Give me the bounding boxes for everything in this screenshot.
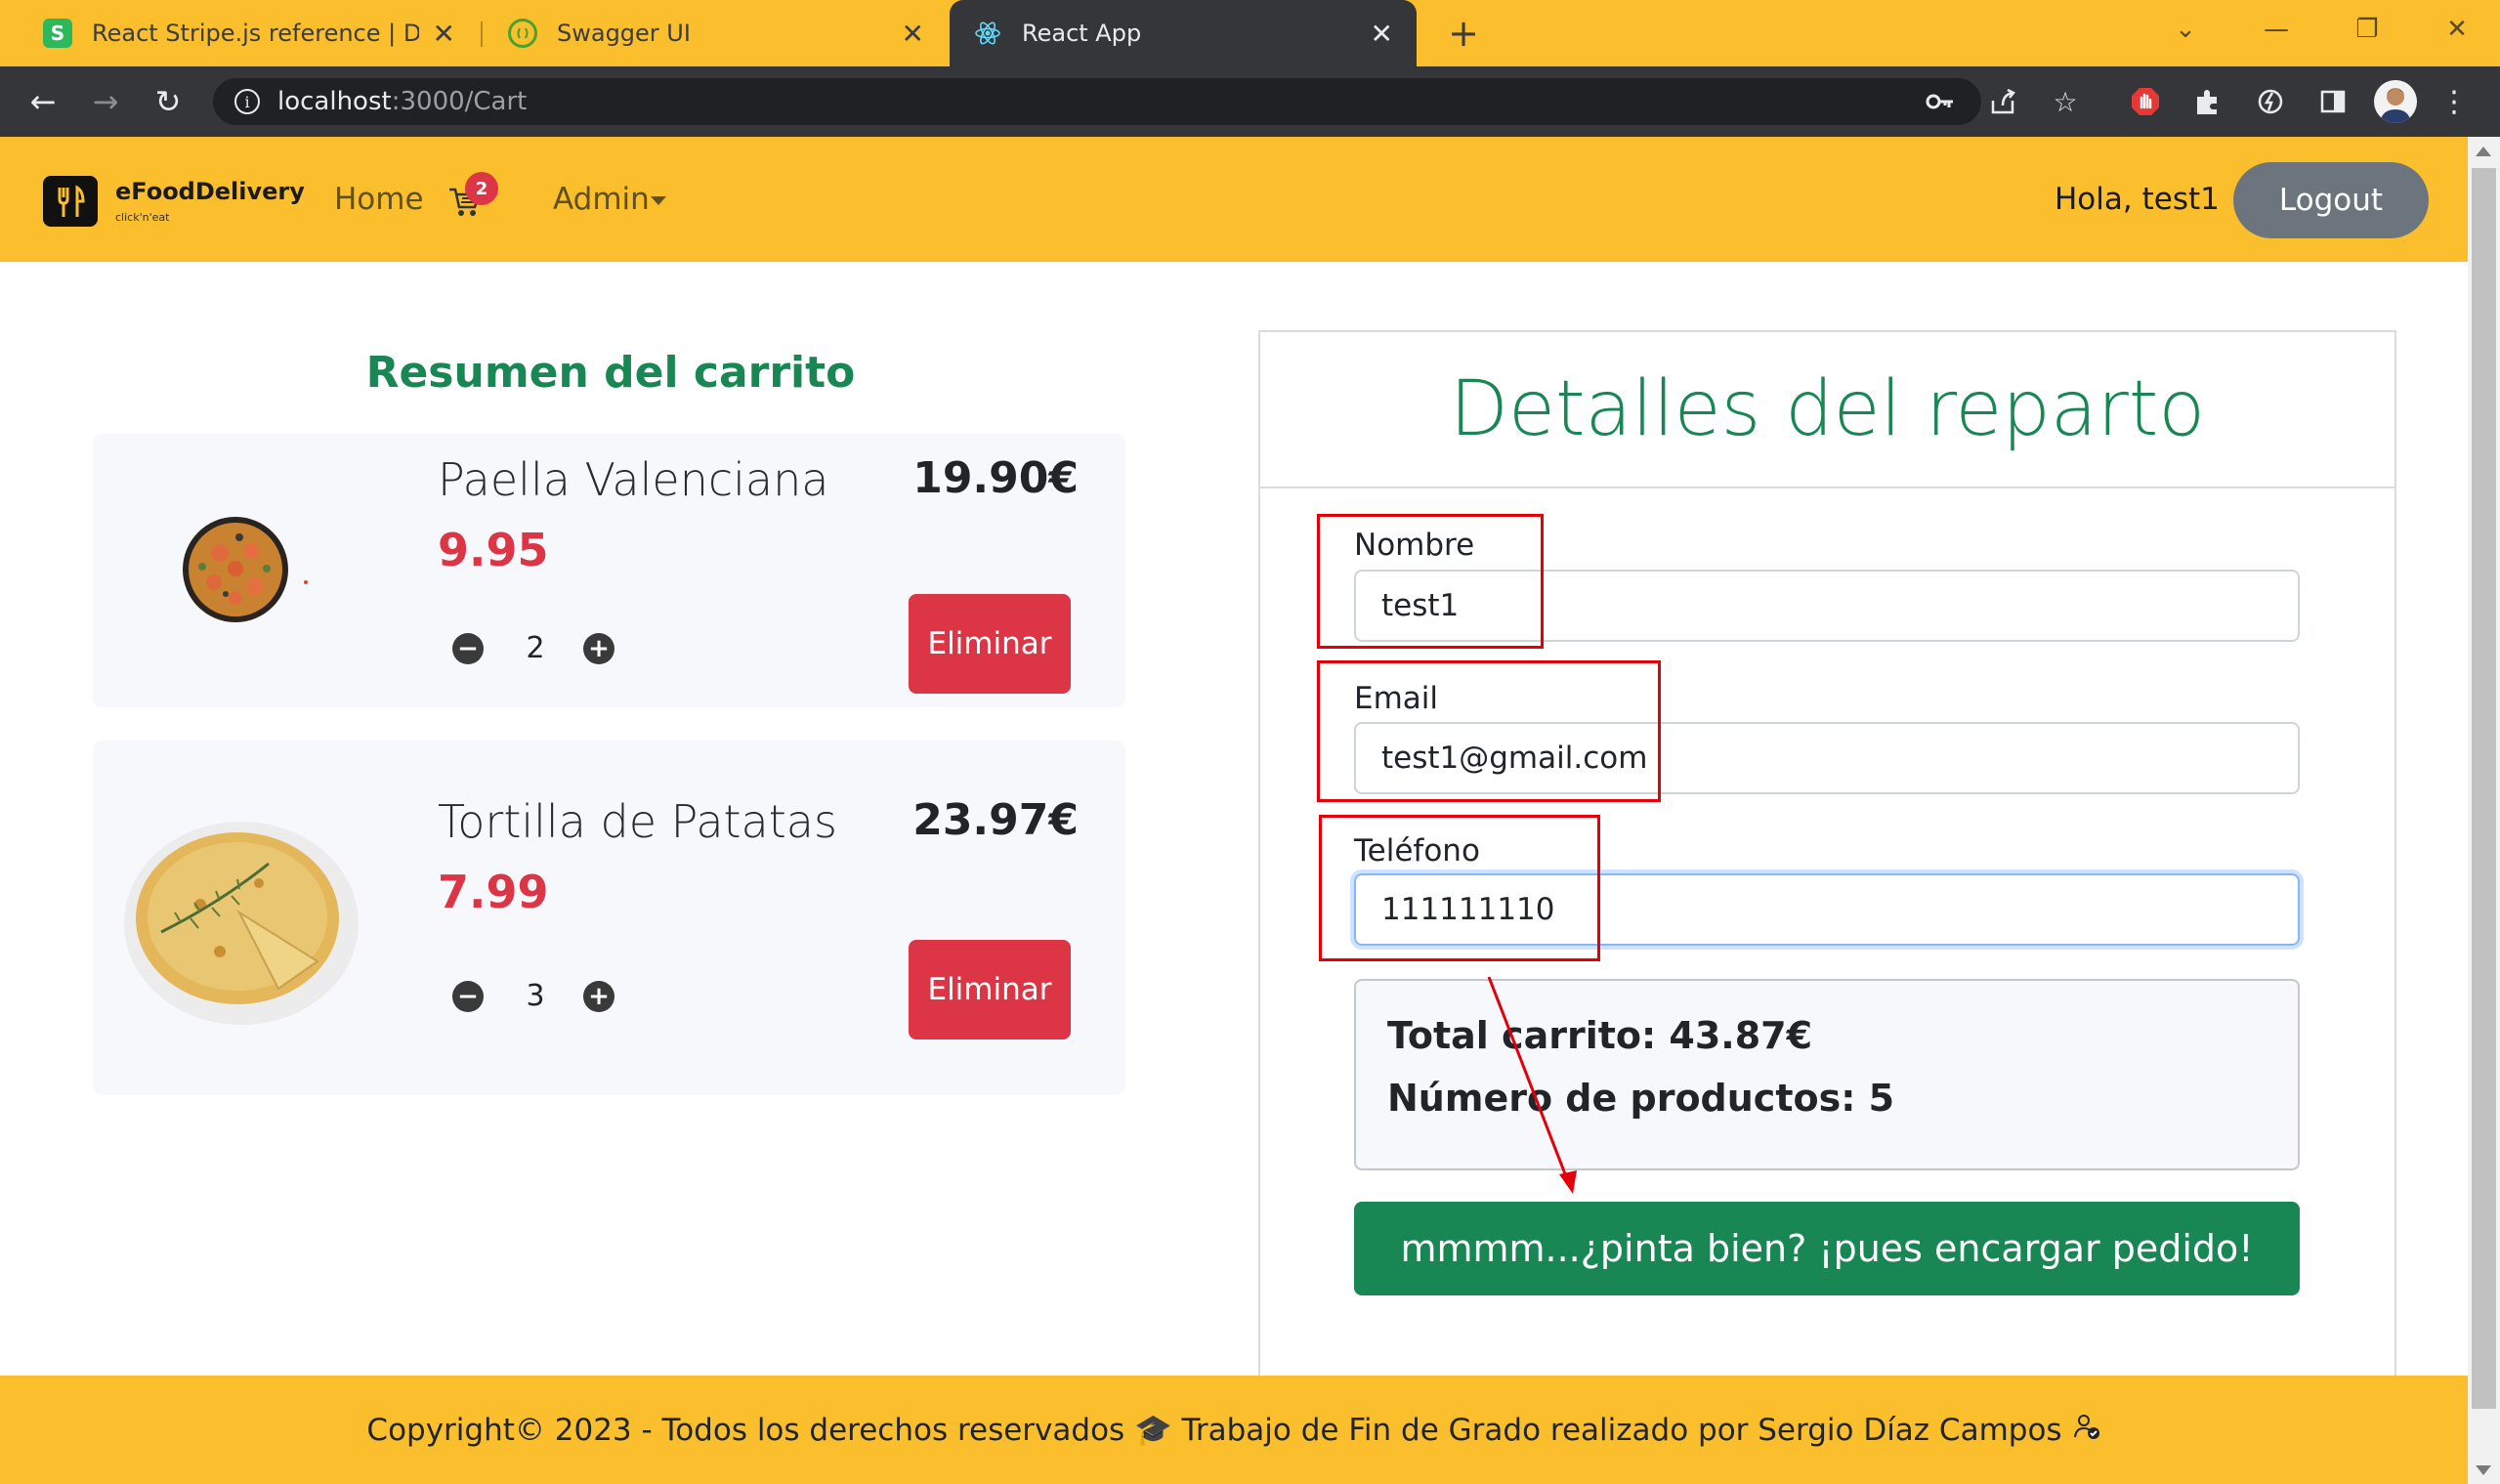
decrease-quantity-button[interactable]: − <box>452 633 484 664</box>
browser-tab-react-app[interactable]: React App ✕ <box>950 0 1417 66</box>
increase-quantity-button[interactable]: + <box>583 981 614 1012</box>
profile-avatar[interactable] <box>2374 80 2417 123</box>
remove-item-button[interactable]: Eliminar <box>909 594 1071 694</box>
cart-total-text: Total carrito: 43.87€ <box>1387 1014 1813 1057</box>
scroll-up-arrow-icon[interactable] <box>2476 147 2491 156</box>
product-name: Tortilla de Patatas <box>438 795 837 848</box>
tortilla-image <box>122 815 360 1032</box>
product-line-total: 19.90€ <box>912 453 1079 503</box>
site-info-icon[interactable]: i <box>234 89 260 114</box>
address-bar[interactable]: i localhost:3000/Cart <box>213 78 1981 125</box>
browser-tab-swagger[interactable]: Swagger UI ✕ <box>485 0 948 66</box>
tab-title: Swagger UI <box>557 20 691 47</box>
cart-item-card: Paella Valenciana 19.90€ 9.95 − 2 + Elim… <box>93 434 1125 707</box>
annotation-arrow <box>1487 976 1577 1194</box>
decrease-quantity-button[interactable]: − <box>452 981 484 1012</box>
nav-admin-dropdown[interactable]: Admin <box>553 182 650 217</box>
dropdown-caret-icon <box>651 196 666 205</box>
user-check-icon <box>2072 1412 2101 1449</box>
annotation-box-email <box>1317 660 1661 802</box>
forward-arrow-icon[interactable]: → <box>84 80 127 123</box>
side-panel-icon[interactable] <box>2315 84 2351 119</box>
stripe-docs-favicon-icon: S <box>43 19 72 48</box>
tab-title: React App <box>1022 20 1142 47</box>
tab-title: React Stripe.js reference | Docum <box>92 20 419 47</box>
logout-button[interactable]: Logout <box>2233 162 2429 238</box>
footer: Copyright© 2023 - Todos los derechos res… <box>0 1376 2468 1484</box>
url-path: :3000/Cart <box>391 87 528 116</box>
cart-item-card: Tortilla de Patatas 23.97€ 7.99 − 3 + El… <box>93 741 1125 1095</box>
scroll-down-arrow-icon[interactable] <box>2476 1465 2491 1475</box>
browser-tab-stripe-docs[interactable]: S React Stripe.js reference | Docum ✕ <box>20 0 479 66</box>
footer-text: Copyright© 2023 - Todos los derechos res… <box>366 1413 2062 1448</box>
delivery-details-header: Detalles del reparto <box>1260 332 2394 488</box>
bookmark-star-icon[interactable]: ☆ <box>2048 84 2083 119</box>
remove-item-button[interactable]: Eliminar <box>909 940 1071 1039</box>
cart-count-badge: 2 <box>465 172 498 205</box>
share-icon[interactable] <box>1985 84 2020 119</box>
product-line-total: 23.97€ <box>912 795 1079 845</box>
tab-search-chevron-icon[interactable]: ⌄ <box>2141 0 2229 59</box>
react-icon <box>973 19 1002 48</box>
minimize-window-icon[interactable]: — <box>2232 0 2320 59</box>
nav-home-link[interactable]: Home <box>334 182 424 217</box>
restore-window-icon[interactable]: ❐ <box>2323 0 2411 59</box>
logo-fork-knife-icon[interactable] <box>43 176 98 227</box>
product-unit-price: 9.95 <box>438 524 549 576</box>
url-host: localhost <box>277 87 392 116</box>
brand-tagline: click'n'eat <box>115 211 170 224</box>
delivery-details-title: Detalles del reparto <box>1449 365 2206 453</box>
performance-icon[interactable] <box>2253 84 2288 119</box>
close-tab-icon[interactable]: ✕ <box>902 18 924 50</box>
user-greeting: Hola, test1 <box>2055 182 2220 217</box>
close-tab-icon[interactable]: ✕ <box>1371 18 1393 50</box>
cart-summary-title: Resumen del carrito <box>365 348 856 398</box>
quantity-value: 3 <box>526 979 545 1013</box>
tab-divider <box>481 21 483 47</box>
product-unit-price: 7.99 <box>438 866 549 918</box>
annotation-box-phone <box>1319 815 1600 961</box>
scrollbar-thumb[interactable] <box>2472 168 2496 1409</box>
place-order-button[interactable]: mmmm...¿pinta bien? ¡pues encargar pedid… <box>1354 1202 2300 1295</box>
paella-image <box>161 496 308 643</box>
product-name: Paella Valenciana <box>438 453 829 506</box>
quantity-value: 2 <box>526 631 545 665</box>
extension-stop-icon[interactable] <box>2128 84 2163 119</box>
close-window-icon[interactable]: ✕ <box>2413 0 2500 59</box>
annotation-box-name <box>1317 514 1544 649</box>
product-count-text: Número de productos: 5 <box>1387 1077 1895 1120</box>
reload-icon[interactable]: ↻ <box>147 80 190 123</box>
new-tab-icon[interactable]: + <box>1444 12 1483 55</box>
browser-menu-icon[interactable]: ⋮ <box>2436 84 2472 119</box>
close-tab-icon[interactable]: ✕ <box>433 18 455 50</box>
brand-name[interactable]: eFoodDelivery <box>115 178 305 205</box>
back-arrow-icon[interactable]: ← <box>21 80 64 123</box>
swagger-icon <box>508 19 537 48</box>
increase-quantity-button[interactable]: + <box>583 633 614 664</box>
extensions-puzzle-icon[interactable] <box>2190 84 2225 119</box>
password-key-icon[interactable] <box>1923 84 1958 119</box>
